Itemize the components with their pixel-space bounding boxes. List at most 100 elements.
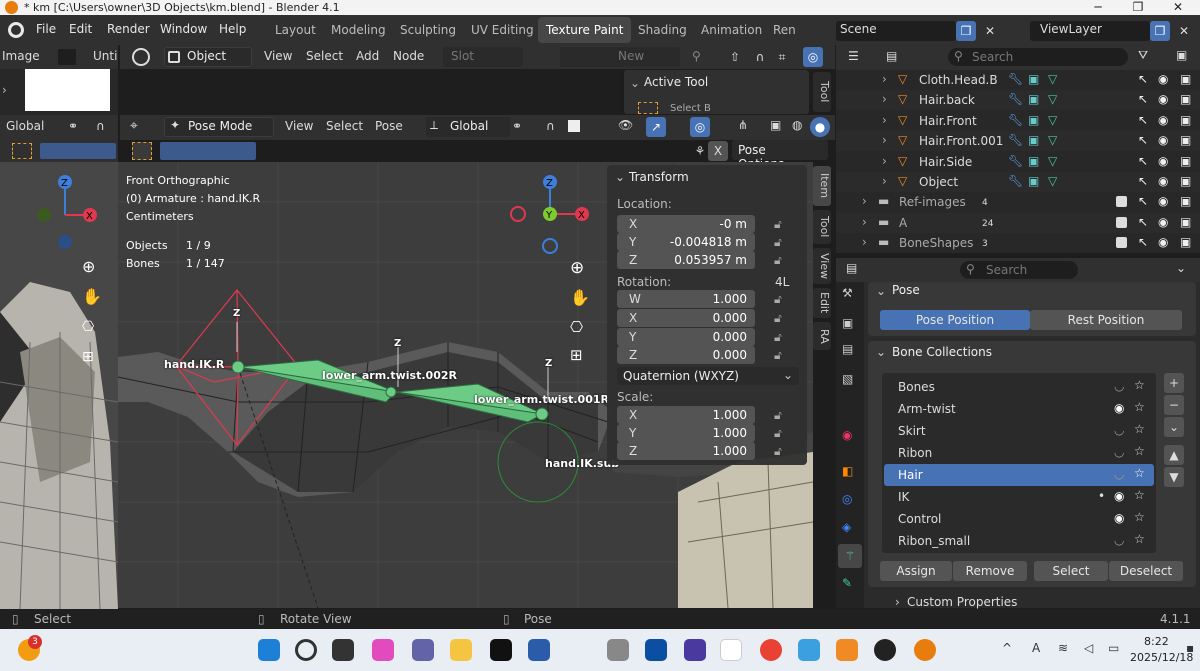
lock-scale-z-icon[interactable]: 🔓︎ — [774, 444, 782, 459]
rotation-4l-badge[interactable]: 4L — [775, 275, 789, 289]
menu-node[interactable]: Node — [393, 49, 424, 63]
workspace-tab-uv-editing[interactable]: UV Editing — [463, 17, 542, 43]
menu-add[interactable]: Add — [356, 49, 379, 63]
render-camera-icon[interactable]: ▣ — [1180, 72, 1191, 86]
restore-button[interactable]: ❐ — [1118, 0, 1158, 15]
menu-view[interactable]: View — [264, 49, 292, 63]
file-explorer-icon[interactable] — [450, 639, 472, 661]
outliner-row[interactable]: › ▽ Object 🔧︎ ▣ ▽ ↖ ◉ ▣ — [836, 172, 1200, 192]
left-navigation-gizmo[interactable]: Z X — [30, 170, 100, 255]
visibility-eye-icon[interactable]: ◉ — [1114, 511, 1124, 525]
render-camera-icon[interactable]: ▣ — [1180, 194, 1191, 208]
render-camera-icon[interactable]: ▣ — [1180, 113, 1191, 127]
new-scene-icon[interactable]: ❐ — [956, 21, 976, 41]
scale-z-field[interactable]: Z 1.000 — [617, 442, 755, 460]
editor-type-icon[interactable] — [132, 48, 150, 66]
lock-scale-x-icon[interactable]: 🔓︎ — [774, 408, 782, 423]
visibility-eye-icon[interactable]: ◉ — [1158, 92, 1168, 106]
rotation-x-field[interactable]: X 0.000 — [617, 309, 755, 327]
assign-button[interactable]: Assign — [880, 561, 952, 581]
bone-collections-collapse-icon[interactable]: ⌄ — [876, 345, 886, 359]
exclude-checkbox[interactable] — [1116, 216, 1127, 228]
bone-collection-row[interactable]: Arm-twist ◉ ☆ — [884, 398, 1154, 420]
chatgpt-icon[interactable] — [874, 639, 896, 661]
visibility-eye-icon[interactable]: ◉ — [1158, 215, 1168, 229]
blender-taskbar-icon[interactable] — [914, 639, 936, 661]
photos-icon[interactable] — [645, 639, 667, 661]
magnet-icon[interactable]: ∩ — [750, 47, 770, 67]
custom-properties-arrow-icon[interactable]: › — [895, 595, 900, 609]
delete-scene-icon[interactable]: ✕ — [980, 21, 1000, 41]
view-layer-tab-icon[interactable]: ▧ — [842, 372, 853, 386]
expand-arrow-icon[interactable]: › — [882, 133, 887, 147]
solo-star-icon[interactable]: ☆ — [1134, 422, 1145, 436]
settings-app-icon[interactable] — [607, 639, 629, 661]
snap-magnet-icon[interactable]: ∩ — [546, 119, 555, 133]
rest-position-button[interactable]: Rest Position — [1030, 310, 1182, 330]
menu-select[interactable]: Select — [306, 49, 343, 63]
tab-item[interactable]: Item — [813, 166, 831, 206]
mesh-edit-overlay-icon[interactable]: ⋔ — [738, 118, 748, 132]
select-arrow-icon[interactable]: ↖ — [1138, 235, 1148, 249]
pose-panel-collapse-icon[interactable]: ⌄ — [876, 284, 886, 298]
hidden-eye-icon[interactable]: ◡ — [1114, 423, 1124, 437]
outliner-row[interactable]: › ▬ Ref-images 4 ↖ ◉ ▣ — [836, 192, 1200, 213]
tool-tab-icon[interactable]: ⚒ — [842, 286, 853, 300]
solid-shading-icon[interactable]: ● — [810, 117, 830, 137]
app-icon-white[interactable] — [720, 639, 742, 661]
left-pan-icon[interactable]: ✋ — [82, 287, 102, 306]
perspective-grid-icon[interactable]: ⊞ — [570, 346, 583, 364]
pivot-point-icon[interactable]: ⚭ — [512, 119, 522, 133]
render-camera-icon[interactable]: ▣ — [1180, 215, 1191, 229]
tab-tool[interactable]: Tool — [813, 210, 831, 244]
pin-icon[interactable]: ⚲ — [692, 49, 701, 63]
snap-up-icon[interactable]: ⇧ — [725, 47, 745, 67]
select-arrow-icon[interactable]: ↖ — [1138, 72, 1148, 86]
bone-collection-row[interactable]: Bones ◡ ☆ — [884, 376, 1154, 398]
render-camera-icon[interactable]: ▣ — [1180, 235, 1191, 249]
remove-collection-button[interactable]: − — [1164, 395, 1184, 415]
hidden-eye-icon[interactable]: ◡ — [1114, 467, 1124, 481]
outliner-row[interactable]: › ▽ Cloth.Head.B 🔧︎ ▣ ▽ ↖ ◉ ▣ — [836, 70, 1200, 90]
solo-star-icon[interactable]: ☆ — [1134, 466, 1145, 480]
gizmo-toggle-icon[interactable]: ↗ — [646, 117, 666, 137]
collection-menu-button[interactable]: ⌄ — [1164, 417, 1184, 437]
expand-arrow-icon[interactable]: › — [882, 174, 887, 188]
location-y-field[interactable]: Y -0.004818 m — [617, 233, 755, 251]
visibility-eye-icon[interactable]: ◉ — [1158, 154, 1168, 168]
deselect-button[interactable]: Deselect — [1109, 561, 1183, 581]
render-tab-icon[interactable]: ▣ — [842, 316, 853, 330]
scale-y-field[interactable]: Y 1.000 — [617, 424, 755, 442]
output-tab-icon[interactable]: ▤ — [842, 342, 853, 356]
bone-collection-row[interactable]: Control ◉ ☆ — [884, 508, 1154, 530]
lock-rotation-y-icon[interactable]: 🔓︎ — [774, 330, 782, 345]
visibility-eye-icon[interactable]: ◉ — [1158, 235, 1168, 249]
left-grid-icon[interactable]: ⊞ — [82, 349, 94, 365]
bone-collection-row[interactable]: IK • ◉ ☆ — [884, 486, 1154, 508]
lock-location-y-icon[interactable]: 🔓︎ — [774, 235, 782, 250]
workspace-tab-layout[interactable]: Layout — [267, 17, 324, 43]
select-arrow-icon[interactable]: ↖ — [1138, 194, 1148, 208]
menu-render[interactable]: Render — [107, 22, 150, 36]
rotation-w-field[interactable]: W 1.000 — [617, 290, 755, 308]
visibility-icon[interactable]: 👁 — [618, 118, 633, 132]
vlc-icon[interactable] — [836, 639, 858, 661]
visibility-eye-icon[interactable]: ◉ — [1114, 489, 1124, 503]
minimize-button[interactable]: ─ — [1078, 0, 1118, 15]
store-icon[interactable] — [528, 639, 550, 661]
hidden-eye-icon[interactable]: ◡ — [1114, 445, 1124, 459]
left-snap-icon[interactable]: ∩ — [96, 119, 105, 133]
visibility-eye-icon[interactable]: ◉ — [1158, 133, 1168, 147]
bone-collection-row[interactable]: Hair ◡ ☆ — [884, 464, 1154, 486]
select-arrow-icon[interactable]: ↖ — [1138, 133, 1148, 147]
zoom-icon[interactable]: ⊕ — [570, 258, 584, 278]
start-menu-icon[interactable] — [258, 639, 280, 661]
select-mode-icon[interactable] — [12, 143, 32, 159]
workspace-tab-sculpting[interactable]: Sculpting — [392, 17, 464, 43]
outliner-row[interactable]: › ▽ Hair.Front.001 🔧︎ ▣ ▽ ↖ ◉ ▣ — [836, 131, 1200, 152]
wireframe-shading-icon[interactable]: ◍ — [792, 118, 802, 132]
x-mirror-button[interactable]: X — [708, 141, 728, 161]
lock-rotation-x-icon[interactable]: 🔓︎ — [774, 311, 782, 326]
grid-snap-icon[interactable]: ⌗ — [772, 47, 792, 67]
bone-tab-icon[interactable]: ✎ — [842, 576, 852, 590]
